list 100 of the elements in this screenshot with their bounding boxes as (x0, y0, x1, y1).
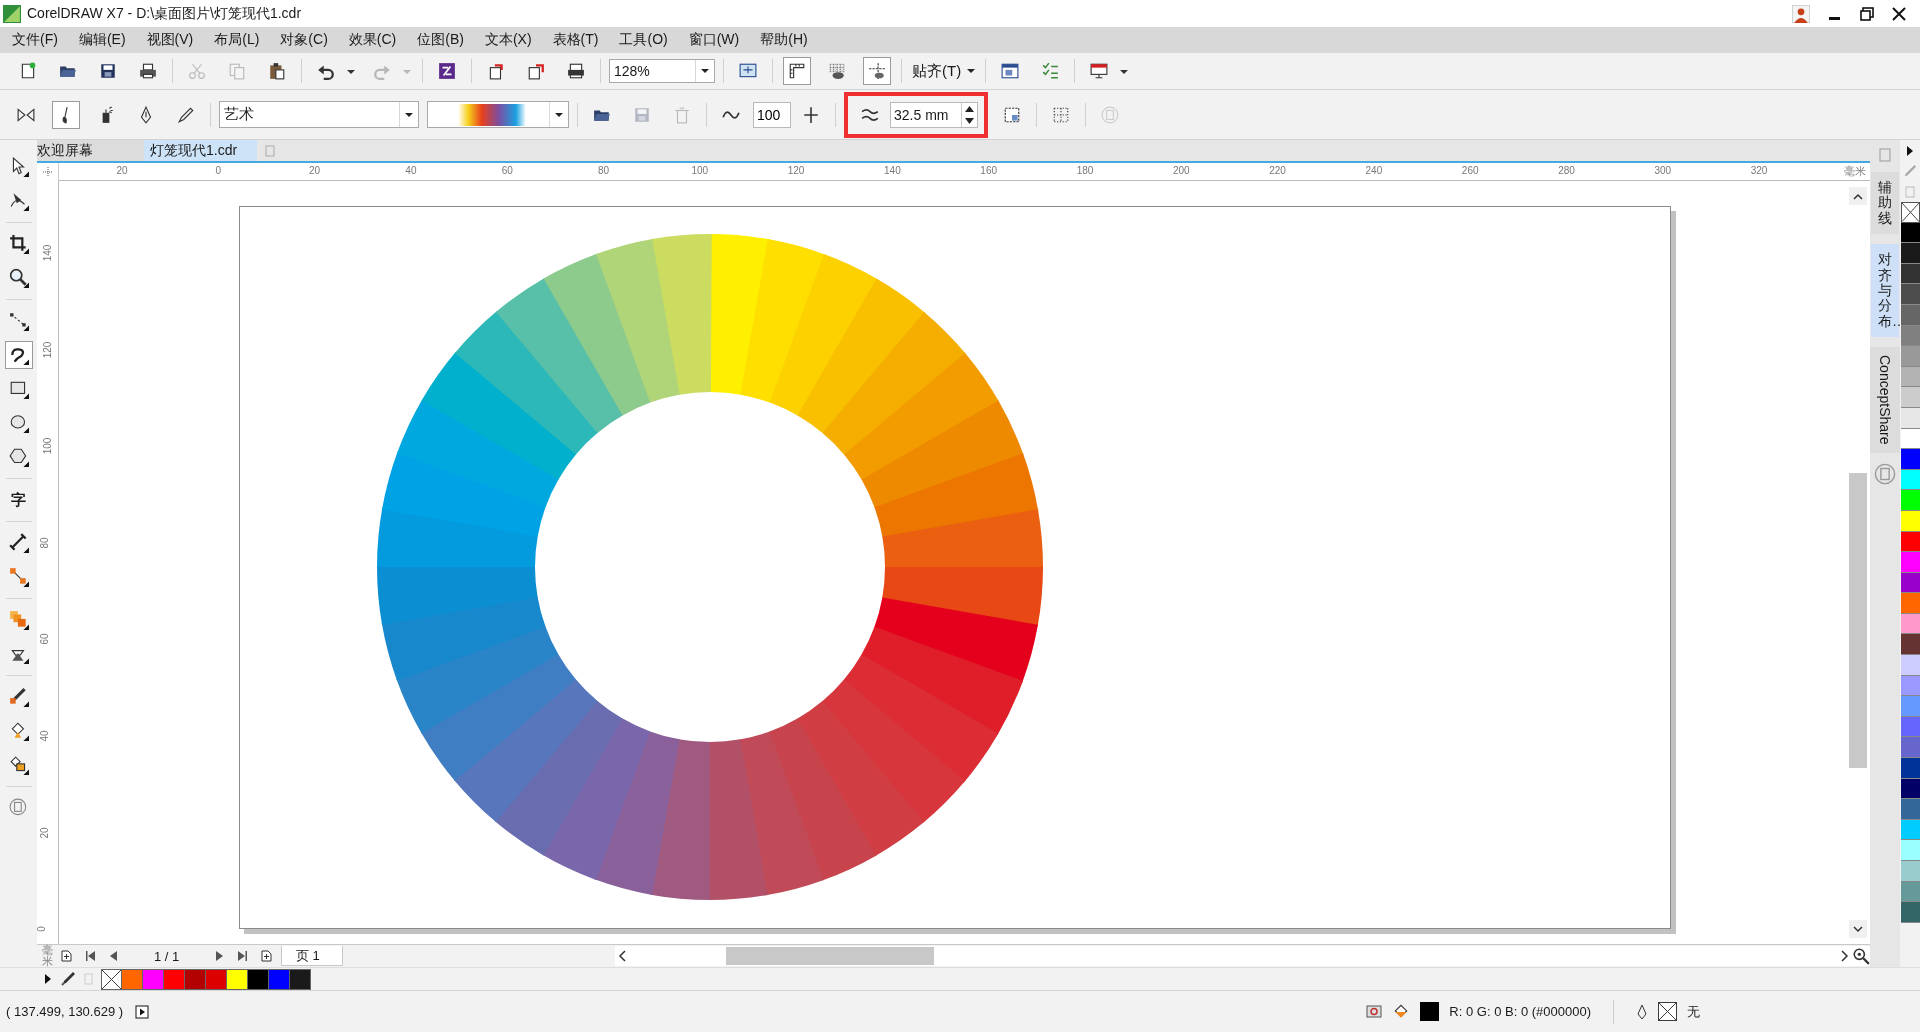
spin-down-icon[interactable] (965, 117, 974, 124)
color-swatch[interactable] (1900, 531, 1920, 553)
menu-item[interactable]: 工具(O) (608, 31, 678, 49)
menu-item[interactable]: 窗口(W) (677, 31, 750, 49)
color-swatch[interactable] (1900, 284, 1920, 305)
color-swatch[interactable] (1900, 490, 1920, 511)
color-swatch[interactable] (1900, 634, 1920, 656)
spin-up-icon[interactable] (965, 105, 974, 112)
page-tab[interactable]: 页 1 (281, 946, 343, 966)
color-swatch[interactable] (1900, 572, 1920, 594)
first-page-icon[interactable] (86, 951, 95, 961)
restore-icon[interactable] (1860, 6, 1874, 21)
color-swatch[interactable] (1900, 696, 1920, 717)
color-swatch[interactable] (1900, 366, 1920, 388)
color-swatch[interactable] (1900, 840, 1920, 861)
color-swatch[interactable] (269, 968, 290, 990)
add-page-after-icon[interactable] (261, 950, 273, 962)
docker-tab[interactable]: 对齐与分布… (1871, 244, 1899, 338)
text-tool[interactable]: 字 (4, 486, 33, 514)
eyedropper-icon[interactable] (60, 971, 76, 987)
menu-item[interactable]: 对象(C) (269, 31, 338, 49)
color-swatch[interactable] (1900, 902, 1920, 923)
color-swatch[interactable] (1900, 243, 1920, 264)
color-swatch[interactable] (143, 968, 164, 990)
color-swatch[interactable] (248, 968, 269, 990)
snap-menu-button[interactable]: 贴齐(T) (906, 61, 982, 81)
palette-menu-icon[interactable] (44, 974, 52, 984)
color-swatch[interactable] (1900, 593, 1920, 614)
scroll-up-icon[interactable] (1853, 192, 1863, 200)
style-dropdown[interactable]: 艺术 (219, 101, 419, 128)
artistic-media-icon[interactable] (4, 341, 33, 369)
menu-item[interactable]: 布局(L) (203, 31, 270, 49)
scroll-down-icon[interactable] (1853, 925, 1863, 933)
swatch-icon[interactable] (1905, 186, 1915, 198)
color-swatch[interactable] (164, 968, 185, 990)
close-icon[interactable] (1892, 6, 1906, 21)
ruler-label: 40 (39, 730, 51, 742)
menu-item[interactable]: 视图(V) (135, 31, 204, 49)
stroke-width-field[interactable]: 32.5 mm (890, 101, 978, 128)
color-swatch[interactable] (1900, 881, 1920, 903)
color-swatch[interactable] (1900, 716, 1920, 738)
ruler-unit: 毫米 (42, 945, 53, 967)
next-page-icon[interactable] (215, 951, 225, 961)
no-color-swatch[interactable] (101, 968, 122, 990)
color-swatch[interactable] (1900, 799, 1920, 820)
docker-tab[interactable]: 辅助线 (1871, 172, 1899, 235)
color-swatch[interactable] (1900, 325, 1920, 347)
no-color-swatch[interactable] (1900, 202, 1920, 223)
color-swatch[interactable] (122, 968, 143, 990)
color-swatch[interactable] (1900, 737, 1920, 759)
add-page-icon[interactable] (61, 950, 72, 962)
color-swatch[interactable] (1900, 304, 1920, 326)
color-swatch[interactable] (290, 968, 311, 990)
swatch-icon[interactable] (84, 973, 93, 985)
brush-icon[interactable] (52, 100, 80, 129)
menu-item[interactable]: 编辑(E) (67, 31, 136, 49)
color-swatch[interactable] (1900, 346, 1920, 367)
menu-item[interactable]: 帮助(H) (749, 31, 818, 49)
menu-item[interactable]: 表格(T) (541, 31, 609, 49)
monitor-icon[interactable] (1366, 1003, 1383, 1020)
palette-menu-icon[interactable] (1906, 146, 1914, 156)
user-icon[interactable] (1792, 4, 1810, 23)
zoom-icon[interactable] (1852, 947, 1870, 965)
color-swatch[interactable] (1900, 449, 1920, 470)
color-swatch[interactable] (1900, 222, 1920, 244)
color-swatch[interactable] (185, 968, 206, 990)
color-swatch[interactable] (1900, 263, 1920, 285)
document-tab[interactable]: 欢迎屏幕 (37, 140, 144, 161)
docker-tab[interactable]: ConceptShare (1869, 347, 1901, 453)
color-swatch[interactable] (1900, 861, 1920, 882)
color-swatch[interactable] (1900, 469, 1920, 491)
color-swatch[interactable] (1900, 778, 1920, 800)
color-swatch[interactable] (227, 968, 248, 990)
brush-stroke-dropdown[interactable] (427, 101, 569, 128)
menu-item[interactable]: 位图(B) (406, 31, 474, 49)
color-swatch[interactable] (1900, 675, 1920, 697)
color-swatch[interactable] (1900, 428, 1920, 450)
guideline-icon[interactable] (863, 57, 891, 85)
color-swatch[interactable] (1900, 613, 1920, 635)
color-swatch[interactable] (1900, 387, 1920, 408)
color-swatch[interactable] (1900, 655, 1920, 676)
ruler-icon[interactable] (783, 57, 811, 85)
color-swatch[interactable] (206, 968, 227, 990)
zoom-dropdown[interactable]: 128% (609, 59, 715, 83)
smoothing-field[interactable]: 100 (753, 101, 791, 128)
previous-page-icon[interactable] (109, 951, 118, 961)
color-swatch[interactable] (1900, 758, 1920, 779)
last-page-icon[interactable] (238, 951, 248, 961)
menu-item[interactable]: 文件(F) (1, 31, 68, 49)
pen-nib-icon (1636, 1003, 1648, 1020)
color-swatch[interactable] (1900, 407, 1920, 429)
menu-item[interactable]: 效果(C) (337, 31, 407, 49)
scrollbar-thumb[interactable] (725, 947, 934, 965)
color-swatch[interactable] (1900, 510, 1920, 532)
color-swatch[interactable] (1900, 552, 1920, 573)
document-tab[interactable]: 灯笼现代1.cdr (144, 140, 258, 161)
play-icon[interactable] (135, 1004, 150, 1019)
menu-item[interactable]: 文本(X) (473, 31, 542, 49)
color-swatch[interactable] (1900, 819, 1920, 841)
scrollbar-thumb[interactable] (1849, 473, 1867, 768)
